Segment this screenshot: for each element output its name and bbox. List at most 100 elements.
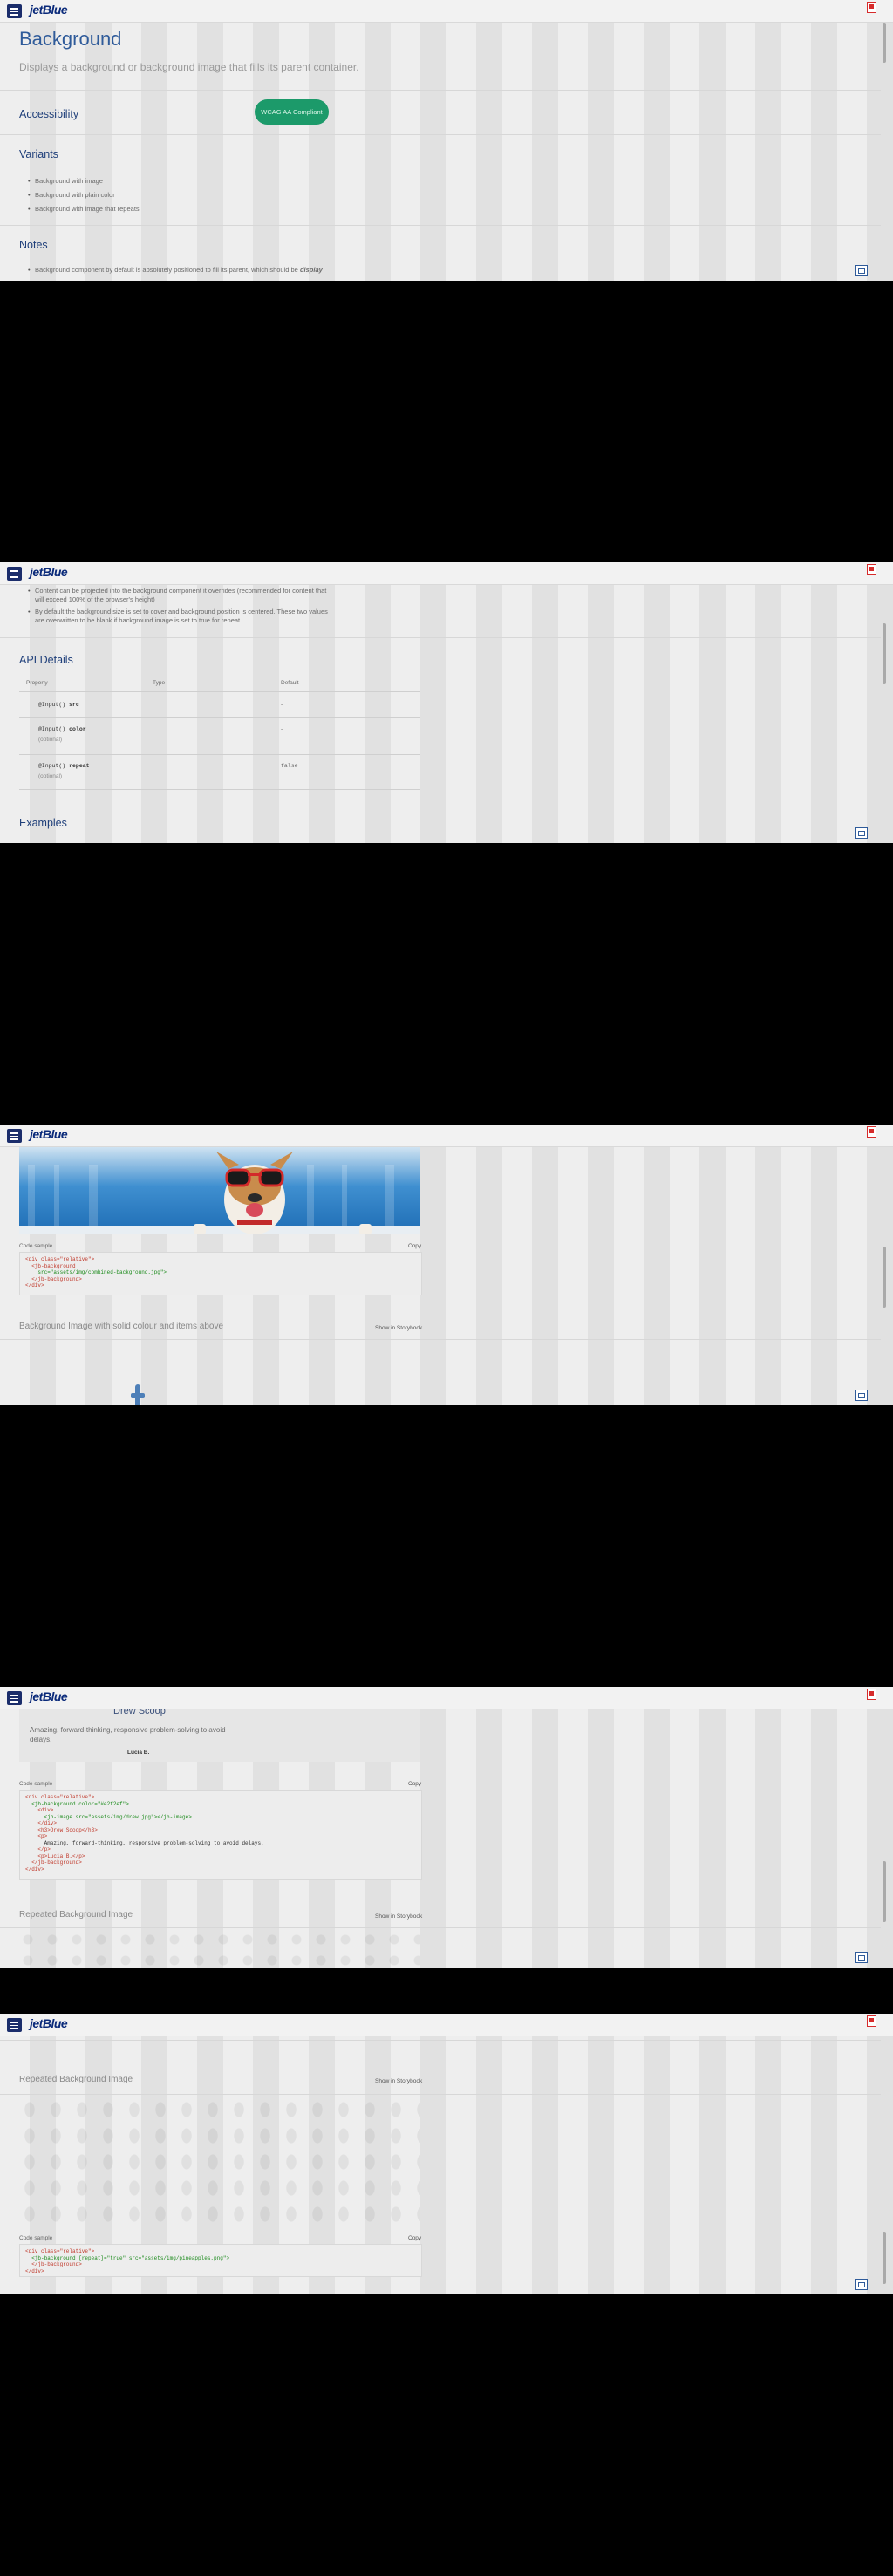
examples-heading: Examples [19, 817, 67, 829]
plane-tail-image [131, 1384, 145, 1405]
code-line: <div class="relative"> [25, 2248, 95, 2254]
hamburger-menu-icon[interactable] [7, 2018, 22, 2032]
code-line: </div> [25, 1866, 44, 1873]
copy-button[interactable]: Copy [408, 1243, 421, 1249]
code-sample-label: Code sample [19, 2235, 53, 2241]
feedback-flag-icon[interactable] [867, 2, 876, 13]
note-text: are overwritten to be blank if backgroun… [35, 616, 242, 624]
api-row: @Input() color [38, 726, 86, 732]
code-line: <p> [25, 1833, 48, 1839]
expand-icon[interactable] [855, 2279, 868, 2290]
hamburger-menu-icon[interactable] [7, 4, 22, 18]
note-text: Content can be projected into the backgr… [35, 587, 327, 595]
note-text: Background component by default is absol… [35, 266, 298, 274]
screenshot-section-5: jetBlue Repeated Background Image Show i… [0, 2014, 893, 2294]
code-line: <div> [25, 1807, 54, 1813]
jetblue-logo[interactable]: jetBlue [30, 1689, 68, 1703]
expand-icon[interactable] [855, 1390, 868, 1401]
code-block: <div class="relative"> <jb-background [r… [19, 2244, 422, 2277]
screenshot-section-4: jetBlue Drew Scoop Amazing, forward-thin… [0, 1687, 893, 1968]
jetblue-logo[interactable]: jetBlue [30, 565, 68, 579]
wcag-badge-button[interactable]: WCAG AA Compliant [255, 99, 329, 125]
expand-icon[interactable] [855, 265, 868, 276]
code-line: <h3>Drew Scoop</h3> [25, 1826, 98, 1833]
testimonial-line: Amazing, forward-thinking, responsive pr… [30, 1726, 226, 1734]
hamburger-menu-icon[interactable] [7, 1129, 22, 1143]
expand-icon[interactable] [855, 827, 868, 839]
row-default: false [281, 763, 298, 769]
note-code: display [299, 266, 323, 274]
top-header: jetBlue [0, 2014, 893, 2036]
expand-icon[interactable] [855, 1952, 868, 1963]
code-line: <jb-image src="assets/img/drew.jpg"></jb… [25, 1813, 192, 1820]
jetblue-logo[interactable]: jetBlue [30, 2016, 68, 2030]
jetblue-logo[interactable]: jetBlue [30, 3, 68, 17]
code-text: <div class="relative"> <jb-background co… [20, 1791, 421, 1873]
testimonial-text: Amazing, forward-thinking, responsive pr… [30, 1725, 226, 1744]
column-header-default: Default [281, 680, 299, 686]
feedback-flag-icon[interactable] [867, 1689, 876, 1700]
column-header-property: Property [26, 680, 48, 686]
copy-button[interactable]: Copy [408, 1781, 421, 1787]
show-in-storybook-link[interactable]: Show in Storybook [375, 2078, 422, 2084]
code-block: <div class="relative"> <jb-background sr… [19, 1252, 422, 1295]
code-line: <p>Lucia B.</p> [25, 1852, 85, 1859]
top-header: jetBlue [0, 1125, 893, 1147]
scrollbar-thumb[interactable] [883, 23, 886, 63]
feedback-flag-icon[interactable] [867, 564, 876, 575]
code-line: </jb-background> [25, 1275, 82, 1282]
feedback-flag-icon[interactable] [867, 1126, 876, 1138]
column-header-type: Type [153, 680, 166, 686]
code-line: <jb-background [repeat]="true" src="asse… [25, 2254, 230, 2261]
api-details-heading: API Details [19, 654, 73, 666]
variant-item: Background with image that repeats [28, 205, 140, 213]
variant-item: Background with image [28, 177, 103, 185]
top-header: jetBlue [0, 0, 893, 23]
scrollbar-thumb[interactable] [883, 2232, 886, 2284]
code-text: <div class="relative"> <jb-background sr… [20, 1253, 421, 1289]
example-title: Background Image with solid colour and i… [19, 1322, 224, 1331]
code-line: </div> [25, 1282, 44, 1288]
note-item: Content can be projected into the backgr… [28, 587, 327, 604]
copy-button[interactable]: Copy [408, 2235, 421, 2241]
page-title: Background [19, 28, 122, 50]
example-title: Repeated Background Image [19, 1910, 133, 1920]
hamburger-menu-icon[interactable] [7, 567, 22, 581]
row-decorator: @Input() [38, 763, 66, 769]
accessibility-heading: Accessibility [19, 108, 79, 120]
hamburger-menu-icon[interactable] [7, 1691, 22, 1705]
row-name: color [69, 726, 86, 732]
note-item: By default the background size is set to… [28, 608, 328, 625]
show-in-storybook-link[interactable]: Show in Storybook [375, 1913, 422, 1920]
show-in-storybook-link[interactable]: Show in Storybook [375, 1325, 422, 1331]
pineapple-pattern-background [19, 2097, 420, 2226]
testimonial-line: delays. [30, 1736, 52, 1743]
row-name: repeat [69, 763, 90, 769]
scrollbar-thumb[interactable] [883, 1247, 886, 1308]
notes-heading: Notes [19, 239, 48, 251]
top-header: jetBlue [0, 1687, 893, 1709]
code-sample-label: Code sample [19, 1781, 53, 1787]
code-line: <div class="relative"> [25, 1256, 95, 1262]
row-decorator: @Input() [38, 726, 66, 732]
screenshot-section-1: jetBlue Background Displays a background… [0, 0, 893, 281]
dog-sunglasses-background-image [19, 1147, 420, 1234]
scrollbar-thumb[interactable] [883, 623, 886, 684]
row-decorator: @Input() [38, 702, 66, 708]
variants-heading: Variants [19, 148, 58, 160]
code-line: Amazing, forward-thinking, responsive pr… [25, 1839, 264, 1846]
scrollbar-thumb[interactable] [883, 1861, 886, 1922]
jetblue-logo[interactable]: jetBlue [30, 1127, 68, 1141]
note-text: will exceed 100% of the browser's height… [35, 595, 155, 603]
code-line: </div> [25, 1820, 58, 1826]
row-optional: (optional) [38, 737, 63, 743]
top-header: jetBlue [0, 562, 893, 585]
note-item: Background component by default is absol… [28, 266, 323, 274]
feedback-flag-icon[interactable] [867, 2015, 876, 2027]
example-title: Repeated Background Image [19, 2075, 133, 2084]
page-subtitle: Displays a background or background imag… [19, 61, 359, 73]
variant-item: Background with plain color [28, 191, 115, 199]
row-default: - [281, 702, 283, 708]
code-line: </p> [25, 1846, 51, 1852]
code-line: </jb-background> [25, 1859, 82, 1866]
